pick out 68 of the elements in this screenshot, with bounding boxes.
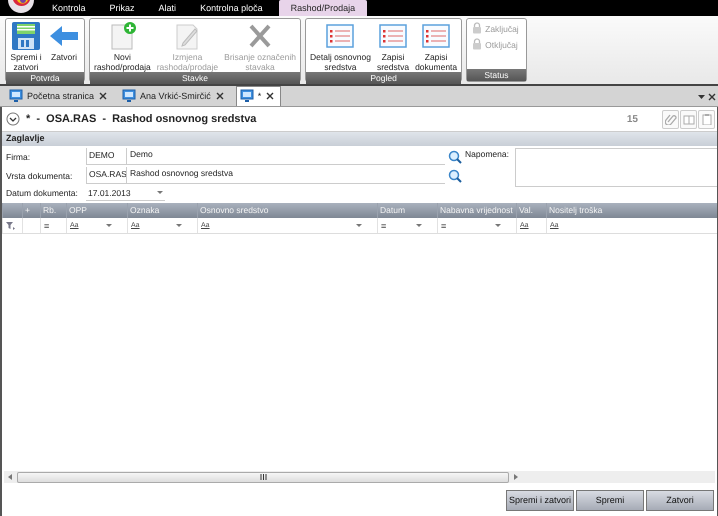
ribbon-button[interactable]: Zapisi dokumenta [414,21,458,72]
clipboard-icon [700,113,712,125]
field-label: Napomena: [465,148,510,159]
code-field[interactable]: DEMO [86,148,126,165]
menu-tab[interactable]: Prikaz [98,0,147,16]
search-icon [448,168,462,182]
dropdown-arrow-icon [416,224,422,227]
ribbon-group-title: Status [467,69,526,81]
padlock-icon [472,22,482,34]
menu-tab[interactable]: Kontrola [40,0,98,16]
grip-icon [260,474,266,480]
footer-button[interactable]: Spremi [576,490,644,510]
filter-operator[interactable]: = [381,220,386,230]
horizontal-scrollbar[interactable] [4,471,715,483]
ribbon-button[interactable]: Detalj osnovnog sredstva [308,21,372,72]
ribbon-group-title: Pogled [306,72,462,84]
left-arrow-icon [8,474,12,480]
footer-button[interactable]: Spremi i zatvori [506,490,574,510]
code-field[interactable]: OSA.RAS [86,167,126,184]
right-arrow-icon [514,474,518,480]
document-tab[interactable]: * [236,86,282,106]
input-field[interactable]: Demo [126,148,445,165]
toolbar-button[interactable] [680,110,697,128]
field-label: Datum dokumenta: [6,188,79,198]
input-field[interactable]: Rashod osnovnog sredstva [126,167,445,184]
menu-tab[interactable]: Kontrolna ploča [188,0,275,16]
monitor-icon [9,88,23,102]
dropdown-arrow-icon [356,224,362,227]
ribbon-button[interactable]: Novi rashod/prodaja [93,21,152,72]
dropdown-arrow-icon [106,224,112,227]
ribbon-button[interactable]: Zapisi sredstva [376,21,410,72]
document-number: 15 [626,114,638,124]
document-title: * - OSA.RAS - Rashod osnovnog sredstva [26,113,256,125]
filter-icon [6,222,15,230]
close-icon [265,90,276,100]
document-tab[interactable]: Početna stranica [6,87,114,106]
note-field[interactable] [515,148,717,187]
filter-operator[interactable]: = [44,220,50,230]
toolbar-button[interactable] [698,110,715,128]
date-field[interactable]: 17.01.2013 [86,185,165,201]
search-icon [448,150,462,164]
dropdown-arrow-icon [157,191,163,194]
dropdown-arrow-icon [495,224,501,227]
paperclip-icon [664,113,676,125]
menu-tab[interactable]: Rashod/Prodaja [278,0,368,16]
document-tab[interactable]: Ana Vrkić-Smirčić [119,87,230,106]
dropdown-arrow-icon [176,224,182,227]
dropdown-arrow-icon [698,95,705,99]
close-icon [98,90,108,100]
close-icon [708,93,716,101]
monitor-icon [240,88,254,102]
ribbon-button[interactable]: Zatvori [47,21,81,72]
book-icon [682,113,694,125]
ribbon-group-title: Stavke [90,72,300,84]
ribbon-group-title: Potvrda [6,72,84,84]
expand-chevron-icon [6,112,20,126]
toolbar-button[interactable] [662,110,679,128]
footer-button[interactable]: Zatvori [646,490,714,510]
field-label: Vrsta dokumenta: [6,170,74,180]
monitor-icon [122,88,136,102]
field-label: Firma: [6,152,32,162]
padlock-icon [472,38,482,50]
logo-icon [6,0,36,16]
menu-tab[interactable]: Alati [146,0,188,16]
filter-operator[interactable]: = [441,220,446,230]
section-header: Zaglavlje [2,132,717,146]
ribbon-button[interactable]: Spremi i zatvori [9,21,43,72]
close-icon [214,90,225,100]
